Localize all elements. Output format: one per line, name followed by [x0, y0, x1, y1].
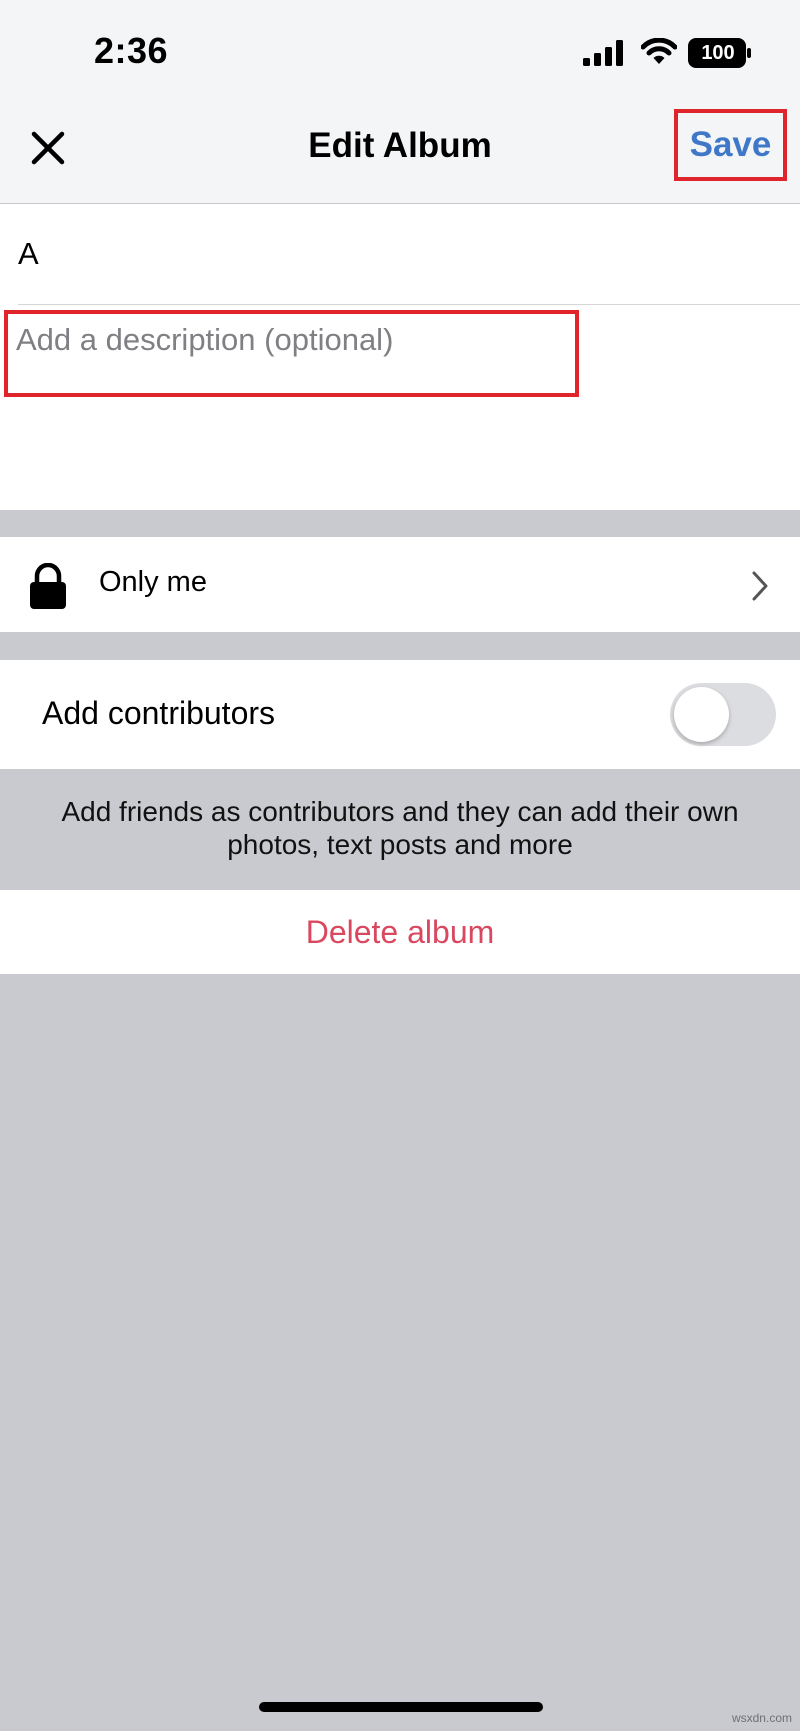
privacy-label: Only me	[99, 566, 207, 598]
description-input[interactable]	[16, 320, 571, 360]
home-indicator	[259, 1702, 543, 1712]
chevron-right-icon	[752, 571, 768, 601]
signal-icon	[583, 40, 623, 66]
album-name-field[interactable]: A	[18, 236, 39, 272]
wifi-icon	[641, 38, 677, 64]
save-button[interactable]: Save	[674, 109, 787, 181]
delete-album-button[interactable]: Delete album	[0, 890, 800, 974]
contributors-label: Add contributors	[42, 695, 276, 731]
lock-icon	[30, 563, 66, 609]
divider	[18, 304, 800, 305]
battery-level: 100	[701, 42, 735, 64]
delete-album-label: Delete album	[305, 913, 495, 950]
toggle-knob	[674, 687, 729, 742]
watermark: wsxdn.com	[731, 1711, 792, 1725]
status-time: 2:36	[94, 30, 169, 71]
contributors-helper-text: Add friends as contributors and they can…	[61, 796, 739, 860]
